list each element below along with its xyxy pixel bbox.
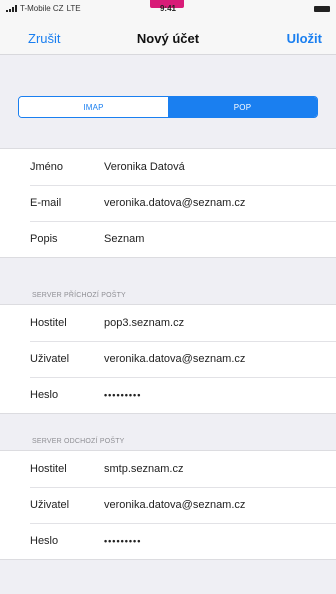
field-value[interactable]: ••••••••• [104,390,141,400]
incoming-password-field[interactable]: Heslo ••••••••• [0,377,336,413]
protocol-segmented-control: IMAP POP [18,96,318,118]
segment-imap[interactable]: IMAP [19,97,168,117]
incoming-server-header: SERVER PŘÍCHOZÍ POŠTY [32,292,126,299]
field-value[interactable]: Seznam [104,233,144,245]
field-value[interactable]: ••••••••• [104,536,141,546]
field-value[interactable]: smtp.seznam.cz [104,463,183,475]
field-label: Uživatel [30,499,70,511]
name-field[interactable]: Jméno Veronika Datová [0,149,336,185]
field-label: Uživatel [30,353,70,365]
outgoing-user-field[interactable]: Uživatel veronika.datova@seznam.cz [0,487,336,523]
save-button[interactable]: Uložit [287,31,322,46]
field-label: Jméno [30,161,64,173]
field-value[interactable]: veronika.datova@seznam.cz [104,499,245,511]
outgoing-password-field[interactable]: Heslo ••••••••• [0,523,336,559]
battery-icon [314,6,330,12]
segment-pop[interactable]: POP [168,97,317,117]
description-field[interactable]: Popis Seznam [0,221,336,257]
incoming-user-field[interactable]: Uživatel veronika.datova@seznam.cz [0,341,336,377]
field-label: Heslo [30,535,59,547]
outgoing-server-header: SERVER ODCHOZÍ POŠTY [32,438,125,445]
field-label: Popis [30,233,58,245]
field-value[interactable]: veronika.datova@seznam.cz [104,197,245,209]
outgoing-server-group: Hostitel smtp.seznam.cz Uživatel veronik… [0,450,336,560]
email-field[interactable]: E-mail veronika.datova@seznam.cz [0,185,336,221]
incoming-host-field[interactable]: Hostitel pop3.seznam.cz [0,305,336,341]
outgoing-host-field[interactable]: Hostitel smtp.seznam.cz [0,451,336,487]
account-info-group: Jméno Veronika Datová E-mail veronika.da… [0,148,336,258]
field-label: Hostitel [30,317,67,329]
field-value[interactable]: veronika.datova@seznam.cz [104,353,245,365]
field-label: Hostitel [30,463,67,475]
page-title: Nový účet [136,31,200,46]
incoming-server-group: Hostitel pop3.seznam.cz Uživatel veronik… [0,304,336,414]
field-label: E-mail [30,197,62,209]
field-value[interactable]: Veronika Datová [104,161,185,173]
status-bar: T-Mobile CZ LTE 9:41 [0,0,336,22]
field-label: Heslo [30,389,59,401]
field-value[interactable]: pop3.seznam.cz [104,317,184,329]
status-time: 9:41 [159,4,176,13]
navigation-bar: Zrušit Nový účet Uložit [0,22,336,55]
